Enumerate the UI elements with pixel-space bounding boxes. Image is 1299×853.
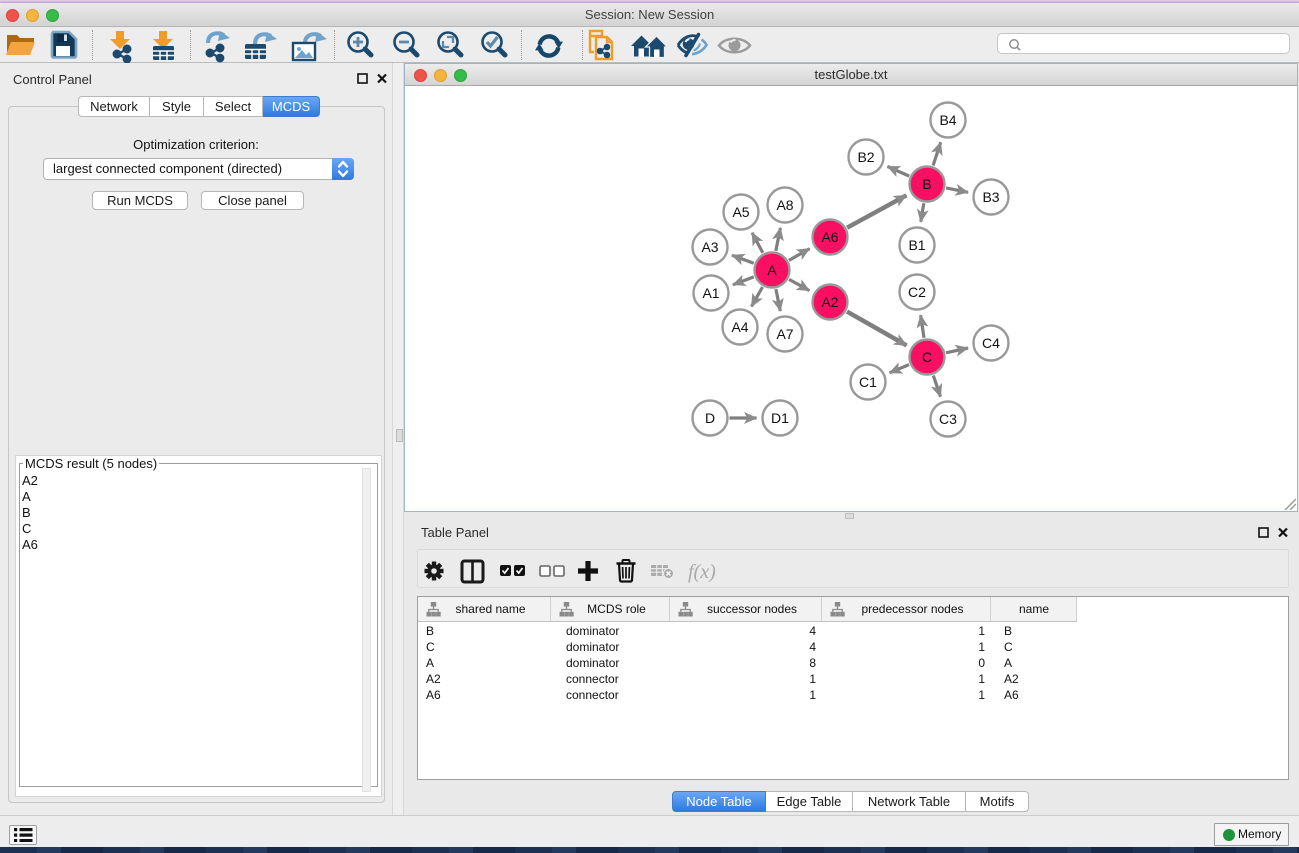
svg-text:B1: B1 <box>908 237 925 253</box>
svg-text:1: 1 <box>978 624 985 638</box>
svg-text:8: 8 <box>809 656 816 670</box>
svg-text:A8: A8 <box>776 197 793 213</box>
svg-text:B2: B2 <box>857 149 874 165</box>
svg-text:D1: D1 <box>771 410 789 426</box>
svg-text:dominator: dominator <box>566 624 619 638</box>
svg-text:A6: A6 <box>1004 688 1019 702</box>
svg-text:C1: C1 <box>859 374 877 390</box>
svg-text:A7: A7 <box>776 326 793 342</box>
svg-text:B4: B4 <box>939 112 956 128</box>
svg-text:A: A <box>1004 656 1012 670</box>
svg-text:C: C <box>426 640 435 654</box>
svg-text:A6: A6 <box>821 229 838 245</box>
svg-text:A3: A3 <box>701 239 718 255</box>
svg-text:B: B <box>922 176 931 192</box>
svg-text:C: C <box>922 349 932 365</box>
svg-text:B3: B3 <box>982 189 999 205</box>
svg-text:4: 4 <box>809 624 816 638</box>
svg-text:dominator: dominator <box>566 640 619 654</box>
svg-text:C4: C4 <box>982 335 1000 351</box>
svg-text:B: B <box>426 624 434 638</box>
svg-text:A2: A2 <box>1004 672 1019 686</box>
svg-text:A2: A2 <box>426 672 441 686</box>
svg-text:dominator: dominator <box>566 656 619 670</box>
svg-text:successor nodes: successor nodes <box>707 602 797 616</box>
svg-text:0: 0 <box>978 656 985 670</box>
svg-text:f(x): f(x) <box>688 561 716 583</box>
svg-text:name: name <box>1019 602 1049 616</box>
svg-text:A5: A5 <box>732 204 749 220</box>
svg-text:MCDS role: MCDS role <box>587 602 646 616</box>
svg-text:A6: A6 <box>426 688 441 702</box>
svg-text:1: 1 <box>978 688 985 702</box>
svg-text:B: B <box>1004 624 1012 638</box>
svg-text:A1: A1 <box>702 285 719 301</box>
svg-text:connector: connector <box>566 672 619 686</box>
svg-text:C: C <box>1004 640 1013 654</box>
svg-text:D: D <box>705 410 715 426</box>
svg-text:A2: A2 <box>821 294 838 310</box>
svg-text:C2: C2 <box>908 284 926 300</box>
svg-text:shared name: shared name <box>455 602 525 616</box>
svg-text:1: 1 <box>978 672 985 686</box>
svg-text:A4: A4 <box>731 319 748 335</box>
svg-text:1: 1 <box>978 640 985 654</box>
svg-text:1: 1 <box>809 672 816 686</box>
svg-text:predecessor nodes: predecessor nodes <box>861 602 963 616</box>
svg-text:A: A <box>426 656 434 670</box>
svg-text:connector: connector <box>566 688 619 702</box>
svg-text:A: A <box>767 262 777 278</box>
svg-text:4: 4 <box>809 640 816 654</box>
svg-text:C3: C3 <box>939 411 957 427</box>
svg-text:1: 1 <box>809 688 816 702</box>
